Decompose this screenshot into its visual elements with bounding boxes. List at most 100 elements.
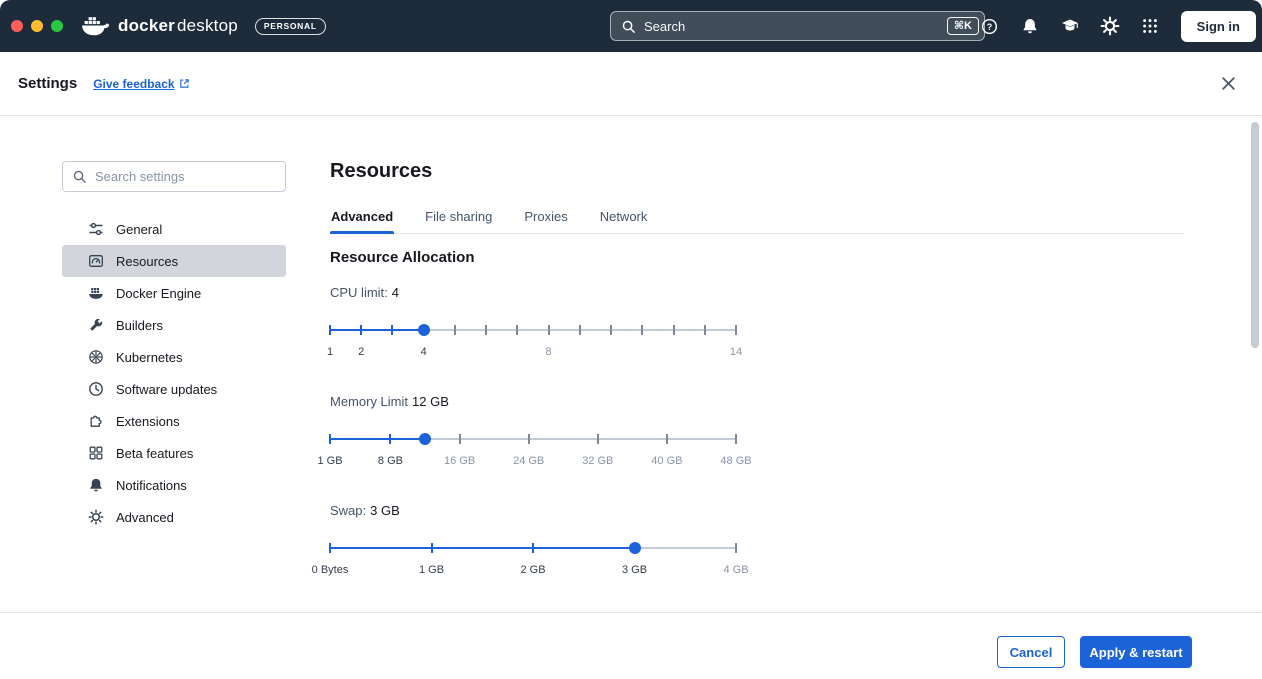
- memory-limit-slider[interactable]: [330, 432, 736, 446]
- give-feedback-link[interactable]: Give feedback: [93, 77, 189, 91]
- sidebar-item-docker-engine[interactable]: Docker Engine: [62, 277, 286, 309]
- slider-tick-label: 14: [730, 346, 742, 358]
- zoom-window-button[interactable]: [51, 20, 63, 32]
- close-window-button[interactable]: [11, 20, 23, 32]
- slider-tick: [329, 325, 331, 335]
- gear-icon: [88, 509, 104, 525]
- bell-icon: [88, 477, 104, 493]
- notifications-button[interactable]: [1013, 9, 1047, 43]
- vertical-scrollbar-thumb[interactable]: [1251, 122, 1259, 348]
- slider-thumb[interactable]: [418, 324, 430, 336]
- sidebar-item-notifications[interactable]: Notifications: [62, 469, 286, 501]
- tab-file-sharing[interactable]: File sharing: [424, 207, 493, 233]
- sidebar-item-label: Kubernetes: [116, 350, 183, 365]
- sidebar-item-general[interactable]: General: [62, 213, 286, 245]
- svg-text:?: ?: [987, 21, 993, 31]
- tab-proxies[interactable]: Proxies: [523, 207, 568, 233]
- memory-limit-heading: Memory Limit12 GB: [330, 394, 736, 409]
- swap-slider[interactable]: [330, 541, 736, 555]
- puzzle-icon: [88, 413, 104, 429]
- slider-tick: [516, 325, 518, 335]
- slider-tick-labels: 124814: [330, 346, 736, 360]
- slider-tick: [735, 325, 737, 335]
- footer-divider: [0, 612, 1262, 613]
- sidebar-item-resources[interactable]: Resources: [62, 245, 286, 277]
- slider-tick-label: 8 GB: [378, 455, 403, 467]
- sidebar-item-software-updates[interactable]: Software updates: [62, 373, 286, 405]
- slider-thumb[interactable]: [629, 542, 641, 554]
- slider-tick: [360, 325, 362, 335]
- help-icon: ?: [980, 17, 999, 36]
- kubernetes-wheel-icon: [88, 349, 104, 365]
- tab-network[interactable]: Network: [599, 207, 649, 233]
- close-icon: [1221, 76, 1236, 91]
- slider-tick-label: 4: [421, 346, 427, 358]
- settings-button[interactable]: [1093, 9, 1127, 43]
- sidebar-item-label: Beta features: [116, 446, 193, 461]
- meter-icon: [88, 253, 104, 269]
- sidebar-item-label: Advanced: [116, 510, 174, 525]
- cpu-limit-slider[interactable]: [330, 323, 736, 337]
- apps-grid-icon: [1141, 17, 1159, 35]
- settings-header: Settings Give feedback: [0, 52, 1262, 116]
- sidebar-item-label: Resources: [116, 254, 178, 269]
- slider-tick-labels: 1 GB8 GB16 GB24 GB32 GB40 GB48 GB: [330, 455, 736, 469]
- slider-tick-label: 32 GB: [582, 455, 613, 467]
- app-title: dockerdesktop: [118, 16, 238, 36]
- settings-search-field: [62, 161, 286, 192]
- swap-slider-block: Swap:3 GB 0 Bytes1 GB2 GB3 GB4 GB: [330, 503, 736, 591]
- sidebar-item-builders[interactable]: Builders: [62, 309, 286, 341]
- settings-search-input[interactable]: [95, 169, 276, 184]
- sign-in-button[interactable]: Sign in: [1181, 11, 1256, 42]
- slider-tick-label: 2: [358, 346, 364, 358]
- slider-tick-label: 8: [546, 346, 552, 358]
- sidebar-item-label: Notifications: [116, 478, 187, 493]
- global-search[interactable]: Search ⌘K: [610, 11, 985, 41]
- slider-tick: [735, 543, 737, 553]
- slider-tick: [548, 325, 550, 335]
- slider-tick: [391, 325, 393, 335]
- squares-grid-icon: [88, 445, 104, 461]
- slider-tick: [579, 325, 581, 335]
- close-settings-button[interactable]: [1221, 76, 1236, 91]
- search-placeholder: Search: [644, 19, 939, 34]
- slider-tick-label: 24 GB: [513, 455, 544, 467]
- slider-tick: [666, 434, 668, 444]
- slider-tick: [673, 325, 675, 335]
- settings-nav: General Resources Docker Engine Builders…: [62, 213, 286, 533]
- clock-icon: [88, 381, 104, 397]
- slider-tick: [704, 325, 706, 335]
- titlebar: dockerdesktop PERSONAL Search ⌘K ?: [0, 0, 1262, 52]
- slider-tick: [454, 325, 456, 335]
- slider-thumb[interactable]: [419, 433, 431, 445]
- cancel-button[interactable]: Cancel: [997, 636, 1065, 668]
- slider-tick: [485, 325, 487, 335]
- sidebar-item-label: Docker Engine: [116, 286, 201, 301]
- slider-fill: [330, 547, 635, 549]
- tune-icon: [88, 221, 104, 237]
- minimize-window-button[interactable]: [31, 20, 43, 32]
- slider-tick-label: 48 GB: [720, 455, 751, 467]
- slider-tick-label: 16 GB: [444, 455, 475, 467]
- learning-center-button[interactable]: [1053, 9, 1087, 43]
- sidebar-item-beta-features[interactable]: Beta features: [62, 437, 286, 469]
- apps-grid-button[interactable]: [1133, 9, 1167, 43]
- apply-restart-button[interactable]: Apply & restart: [1080, 636, 1192, 668]
- slider-tick: [597, 434, 599, 444]
- memory-limit-slider-block: Memory Limit12 GB 1 GB8 GB16 GB24 GB32 G…: [330, 394, 736, 482]
- whale-icon: [88, 285, 104, 301]
- slider-tick-label: 1 GB: [419, 564, 444, 576]
- sidebar-item-advanced[interactable]: Advanced: [62, 501, 286, 533]
- slider-tick: [610, 325, 612, 335]
- sidebar-item-kubernetes[interactable]: Kubernetes: [62, 341, 286, 373]
- cpu-limit-slider-block: CPU limit:4 124814: [330, 285, 736, 373]
- help-button[interactable]: ?: [973, 9, 1007, 43]
- swap-heading: Swap:3 GB: [330, 503, 736, 518]
- window-controls: [11, 20, 63, 32]
- slider-tick-label: 4 GB: [723, 564, 748, 576]
- tab-advanced[interactable]: Advanced: [330, 207, 394, 233]
- sidebar-item-label: Extensions: [116, 414, 180, 429]
- section-title: Resource Allocation: [330, 249, 474, 266]
- external-link-icon: [179, 78, 190, 89]
- sidebar-item-extensions[interactable]: Extensions: [62, 405, 286, 437]
